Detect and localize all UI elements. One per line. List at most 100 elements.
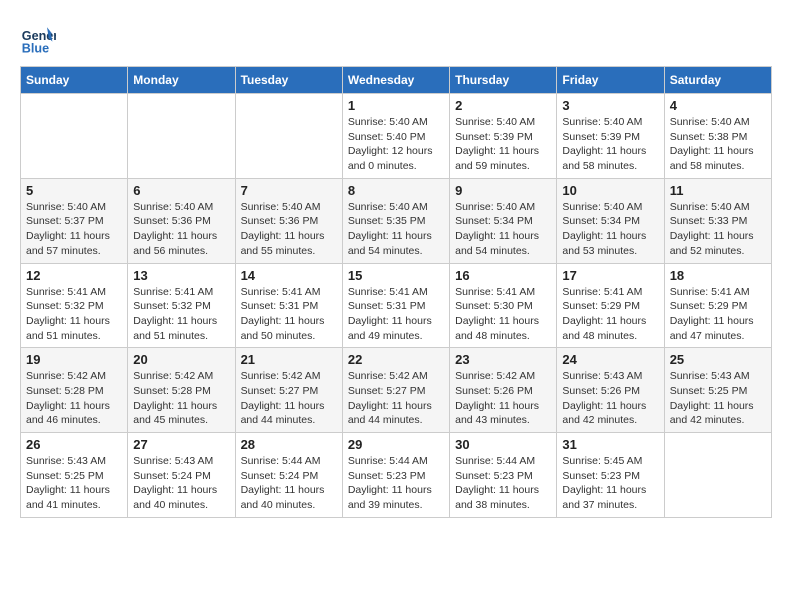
day-number: 1 <box>348 98 444 113</box>
day-number: 8 <box>348 183 444 198</box>
calendar-cell <box>21 94 128 179</box>
calendar-week-3: 12 Sunrise: 5:41 AM Sunset: 5:32 PM Dayli… <box>21 263 772 348</box>
day-info: Sunrise: 5:40 AM Sunset: 5:36 PM Dayligh… <box>133 200 229 259</box>
day-number: 23 <box>455 352 551 367</box>
day-number: 30 <box>455 437 551 452</box>
calendar-week-5: 26 Sunrise: 5:43 AM Sunset: 5:25 PM Dayli… <box>21 433 772 518</box>
day-number: 9 <box>455 183 551 198</box>
calendar-week-4: 19 Sunrise: 5:42 AM Sunset: 5:28 PM Dayli… <box>21 348 772 433</box>
day-number: 28 <box>241 437 337 452</box>
weekday-header-thursday: Thursday <box>450 67 557 94</box>
calendar-cell: 28 Sunrise: 5:44 AM Sunset: 5:24 PM Dayli… <box>235 433 342 518</box>
logo-icon: General Blue <box>20 20 56 56</box>
calendar-cell: 15 Sunrise: 5:41 AM Sunset: 5:31 PM Dayli… <box>342 263 449 348</box>
day-number: 26 <box>26 437 122 452</box>
day-number: 3 <box>562 98 658 113</box>
weekday-header-tuesday: Tuesday <box>235 67 342 94</box>
weekday-header-friday: Friday <box>557 67 664 94</box>
calendar-cell <box>128 94 235 179</box>
day-info: Sunrise: 5:40 AM Sunset: 5:38 PM Dayligh… <box>670 115 766 174</box>
day-info: Sunrise: 5:44 AM Sunset: 5:23 PM Dayligh… <box>455 454 551 513</box>
calendar-cell: 14 Sunrise: 5:41 AM Sunset: 5:31 PM Dayli… <box>235 263 342 348</box>
day-number: 2 <box>455 98 551 113</box>
calendar-cell: 10 Sunrise: 5:40 AM Sunset: 5:34 PM Dayli… <box>557 178 664 263</box>
day-info: Sunrise: 5:42 AM Sunset: 5:27 PM Dayligh… <box>348 369 444 428</box>
day-info: Sunrise: 5:42 AM Sunset: 5:27 PM Dayligh… <box>241 369 337 428</box>
page-header: General Blue <box>20 20 772 56</box>
day-info: Sunrise: 5:43 AM Sunset: 5:26 PM Dayligh… <box>562 369 658 428</box>
weekday-header-wednesday: Wednesday <box>342 67 449 94</box>
day-number: 7 <box>241 183 337 198</box>
day-number: 21 <box>241 352 337 367</box>
day-info: Sunrise: 5:41 AM Sunset: 5:29 PM Dayligh… <box>562 285 658 344</box>
calendar-cell: 11 Sunrise: 5:40 AM Sunset: 5:33 PM Dayli… <box>664 178 771 263</box>
day-number: 14 <box>241 268 337 283</box>
calendar-cell: 7 Sunrise: 5:40 AM Sunset: 5:36 PM Daylig… <box>235 178 342 263</box>
calendar-cell: 24Sunrise: 5:43 AM Sunset: 5:26 PM Dayli… <box>557 348 664 433</box>
day-number: 11 <box>670 183 766 198</box>
calendar-cell: 4 Sunrise: 5:40 AM Sunset: 5:38 PM Daylig… <box>664 94 771 179</box>
day-info: Sunrise: 5:45 AM Sunset: 5:23 PM Dayligh… <box>562 454 658 513</box>
calendar-cell: 1 Sunrise: 5:40 AM Sunset: 5:40 PM Daylig… <box>342 94 449 179</box>
day-number: 18 <box>670 268 766 283</box>
calendar-cell: 30 Sunrise: 5:44 AM Sunset: 5:23 PM Dayli… <box>450 433 557 518</box>
day-info: Sunrise: 5:40 AM Sunset: 5:39 PM Dayligh… <box>562 115 658 174</box>
day-info: Sunrise: 5:40 AM Sunset: 5:34 PM Dayligh… <box>455 200 551 259</box>
calendar-cell: 26 Sunrise: 5:43 AM Sunset: 5:25 PM Dayli… <box>21 433 128 518</box>
day-info: Sunrise: 5:43 AM Sunset: 5:25 PM Dayligh… <box>670 369 766 428</box>
calendar-cell <box>664 433 771 518</box>
calendar-cell: 16 Sunrise: 5:41 AM Sunset: 5:30 PM Dayli… <box>450 263 557 348</box>
day-number: 29 <box>348 437 444 452</box>
day-number: 27 <box>133 437 229 452</box>
day-number: 4 <box>670 98 766 113</box>
calendar-cell: 29 Sunrise: 5:44 AM Sunset: 5:23 PM Dayli… <box>342 433 449 518</box>
day-number: 15 <box>348 268 444 283</box>
day-number: 20 <box>133 352 229 367</box>
day-info: Sunrise: 5:40 AM Sunset: 5:39 PM Dayligh… <box>455 115 551 174</box>
weekday-header-monday: Monday <box>128 67 235 94</box>
calendar-cell: 5 Sunrise: 5:40 AM Sunset: 5:37 PM Daylig… <box>21 178 128 263</box>
day-info: Sunrise: 5:40 AM Sunset: 5:40 PM Dayligh… <box>348 115 444 174</box>
day-info: Sunrise: 5:41 AM Sunset: 5:32 PM Dayligh… <box>133 285 229 344</box>
day-info: Sunrise: 5:41 AM Sunset: 5:31 PM Dayligh… <box>241 285 337 344</box>
day-number: 19 <box>26 352 122 367</box>
calendar-cell: 18 Sunrise: 5:41 AM Sunset: 5:29 PM Dayli… <box>664 263 771 348</box>
calendar-cell: 31 Sunrise: 5:45 AM Sunset: 5:23 PM Dayli… <box>557 433 664 518</box>
day-info: Sunrise: 5:40 AM Sunset: 5:36 PM Dayligh… <box>241 200 337 259</box>
calendar-cell: 3 Sunrise: 5:40 AM Sunset: 5:39 PM Daylig… <box>557 94 664 179</box>
day-info: Sunrise: 5:40 AM Sunset: 5:37 PM Dayligh… <box>26 200 122 259</box>
calendar-table: SundayMondayTuesdayWednesdayThursdayFrid… <box>20 66 772 518</box>
day-info: Sunrise: 5:40 AM Sunset: 5:34 PM Dayligh… <box>562 200 658 259</box>
calendar-cell: 23 Sunrise: 5:42 AM Sunset: 5:26 PM Dayli… <box>450 348 557 433</box>
day-number: 10 <box>562 183 658 198</box>
day-info: Sunrise: 5:40 AM Sunset: 5:33 PM Dayligh… <box>670 200 766 259</box>
day-number: 13 <box>133 268 229 283</box>
day-number: 25 <box>670 352 766 367</box>
day-info: Sunrise: 5:43 AM Sunset: 5:25 PM Dayligh… <box>26 454 122 513</box>
day-info: Sunrise: 5:42 AM Sunset: 5:28 PM Dayligh… <box>26 369 122 428</box>
calendar-cell: 21 Sunrise: 5:42 AM Sunset: 5:27 PM Dayli… <box>235 348 342 433</box>
day-info: Sunrise: 5:42 AM Sunset: 5:26 PM Dayligh… <box>455 369 551 428</box>
logo: General Blue <box>20 20 60 56</box>
calendar-cell: 13 Sunrise: 5:41 AM Sunset: 5:32 PM Dayli… <box>128 263 235 348</box>
day-info: Sunrise: 5:44 AM Sunset: 5:23 PM Dayligh… <box>348 454 444 513</box>
day-info: Sunrise: 5:41 AM Sunset: 5:29 PM Dayligh… <box>670 285 766 344</box>
calendar-cell: 20Sunrise: 5:42 AM Sunset: 5:28 PM Dayli… <box>128 348 235 433</box>
calendar-cell: 2 Sunrise: 5:40 AM Sunset: 5:39 PM Daylig… <box>450 94 557 179</box>
calendar-cell: 8Sunrise: 5:40 AM Sunset: 5:35 PM Daylig… <box>342 178 449 263</box>
day-number: 31 <box>562 437 658 452</box>
day-number: 12 <box>26 268 122 283</box>
day-info: Sunrise: 5:41 AM Sunset: 5:31 PM Dayligh… <box>348 285 444 344</box>
calendar-week-1: 1 Sunrise: 5:40 AM Sunset: 5:40 PM Daylig… <box>21 94 772 179</box>
day-number: 5 <box>26 183 122 198</box>
svg-text:Blue: Blue <box>22 41 49 55</box>
calendar-cell: 25 Sunrise: 5:43 AM Sunset: 5:25 PM Dayli… <box>664 348 771 433</box>
calendar-cell: 27Sunrise: 5:43 AM Sunset: 5:24 PM Dayli… <box>128 433 235 518</box>
weekday-header-saturday: Saturday <box>664 67 771 94</box>
calendar-cell: 22Sunrise: 5:42 AM Sunset: 5:27 PM Dayli… <box>342 348 449 433</box>
day-info: Sunrise: 5:41 AM Sunset: 5:30 PM Dayligh… <box>455 285 551 344</box>
day-info: Sunrise: 5:41 AM Sunset: 5:32 PM Dayligh… <box>26 285 122 344</box>
day-number: 16 <box>455 268 551 283</box>
day-number: 6 <box>133 183 229 198</box>
day-info: Sunrise: 5:44 AM Sunset: 5:24 PM Dayligh… <box>241 454 337 513</box>
